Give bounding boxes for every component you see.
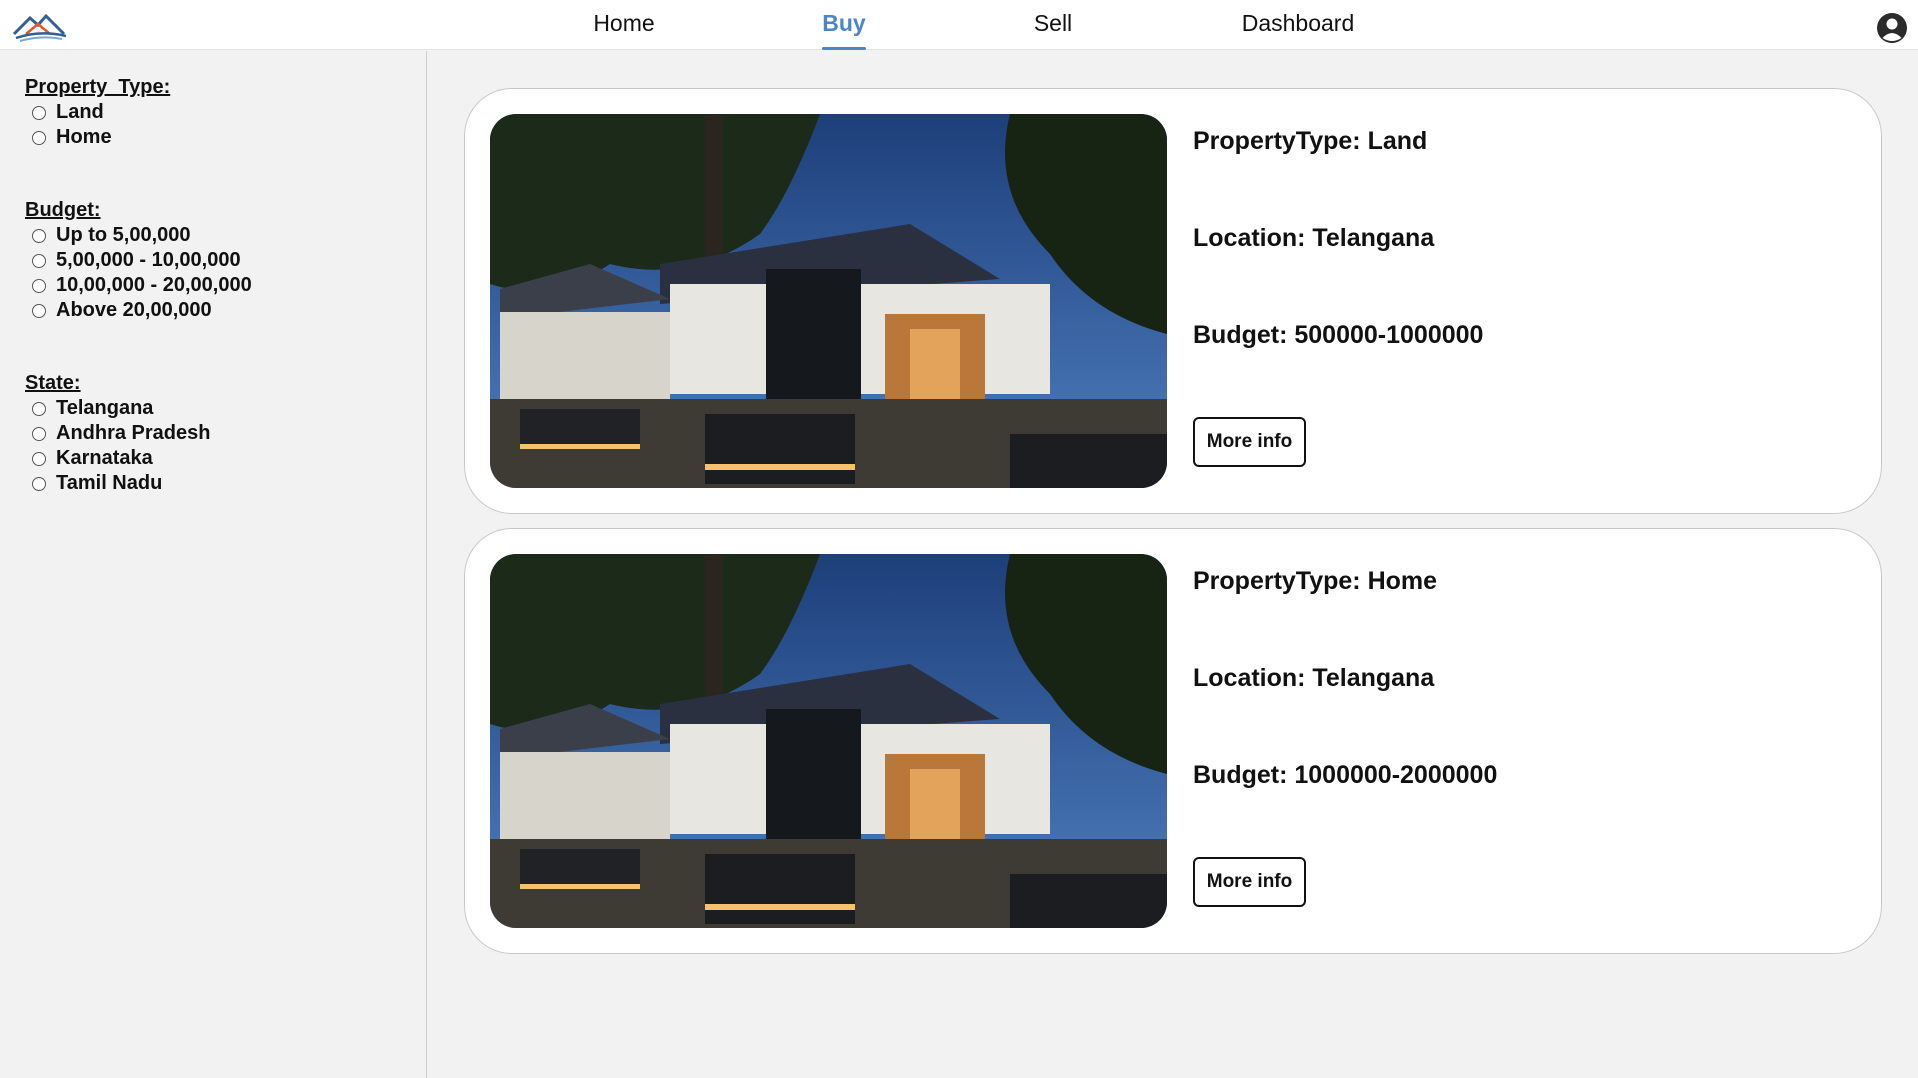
property-type-filter: Property_Type: Land Home: [25, 75, 405, 150]
budget-filter: Budget: Up to 5,00,000 5,00,000 - 10,00,…: [25, 198, 405, 323]
radio-budget-10l-20l[interactable]: 10,00,000 - 20,00,000: [25, 273, 405, 298]
property-card: PropertyType: Home Location: Telangana B…: [464, 528, 1882, 954]
budget-text: Budget: 1000000-2000000: [1193, 761, 1498, 789]
radio-state-andhra-pradesh[interactable]: Andhra Pradesh: [25, 421, 405, 446]
property-card: PropertyType: Land Location: Telangana B…: [464, 88, 1882, 514]
more-info-button[interactable]: More info: [1193, 417, 1306, 467]
radio-button[interactable]: [32, 105, 46, 120]
state-filter: State: Telangana Andhra Pradesh Karnatak…: [25, 371, 405, 496]
radio-label: 10,00,000 - 20,00,000: [56, 274, 252, 296]
radio-button[interactable]: [32, 253, 46, 268]
radio-label: Home: [56, 126, 112, 148]
property-photo: [490, 554, 1167, 928]
nav-buy-link[interactable]: Buy: [822, 10, 866, 50]
budget-text: Budget: 500000-1000000: [1193, 321, 1484, 349]
radio-label: Andhra Pradesh: [56, 422, 211, 444]
radio-button[interactable]: [32, 401, 46, 416]
radio-budget-5l-10l[interactable]: 5,00,000 - 10,00,000: [25, 248, 405, 273]
filter-sidebar: Property_Type: Land Home Budget: Up to 5…: [0, 51, 427, 1078]
radio-state-tamil-nadu[interactable]: Tamil Nadu: [25, 471, 405, 496]
budget-title: Budget:: [25, 199, 101, 221]
nav-sell-link[interactable]: Sell: [1031, 10, 1075, 50]
radio-button[interactable]: [32, 303, 46, 318]
radio-button[interactable]: [32, 426, 46, 441]
property-photo: [490, 114, 1167, 488]
radio-button[interactable]: [32, 228, 46, 243]
radio-label: 5,00,000 - 10,00,000: [56, 249, 241, 271]
radio-label: Tamil Nadu: [56, 472, 163, 494]
house-mountain-logo[interactable]: [12, 10, 68, 44]
radio-button[interactable]: [32, 278, 46, 293]
radio-label: Above 20,00,000: [56, 299, 212, 321]
more-info-button[interactable]: More info: [1193, 857, 1306, 907]
radio-button[interactable]: [32, 476, 46, 491]
radio-button[interactable]: [32, 451, 46, 466]
radio-label: Karnataka: [56, 447, 153, 469]
nav-home-link[interactable]: Home: [588, 10, 660, 50]
state-title: State:: [25, 372, 81, 394]
radio-label: Land: [56, 101, 104, 123]
nav-dashboard-link[interactable]: Dashboard: [1238, 10, 1358, 50]
location-text: Location: Telangana: [1193, 664, 1435, 692]
radio-label: Telangana: [56, 397, 154, 419]
user-avatar-icon[interactable]: [1876, 12, 1908, 44]
property-type-text: PropertyType: Home: [1193, 567, 1438, 595]
radio-state-karnataka[interactable]: Karnataka: [25, 446, 405, 471]
top-navbar: Home Buy Sell Dashboard: [0, 0, 1918, 50]
radio-button[interactable]: [32, 130, 46, 145]
property-type-text: PropertyType: Land: [1193, 127, 1428, 155]
radio-state-telangana[interactable]: Telangana: [25, 396, 405, 421]
radio-home[interactable]: Home: [25, 125, 405, 150]
location-text: Location: Telangana: [1193, 224, 1435, 252]
radio-budget-up-to-5l[interactable]: Up to 5,00,000: [25, 223, 405, 248]
radio-label: Up to 5,00,000: [56, 224, 191, 246]
radio-land[interactable]: Land: [25, 100, 405, 125]
radio-budget-above-20l[interactable]: Above 20,00,000: [25, 298, 405, 323]
property-type-title: Property_Type:: [25, 76, 171, 98]
